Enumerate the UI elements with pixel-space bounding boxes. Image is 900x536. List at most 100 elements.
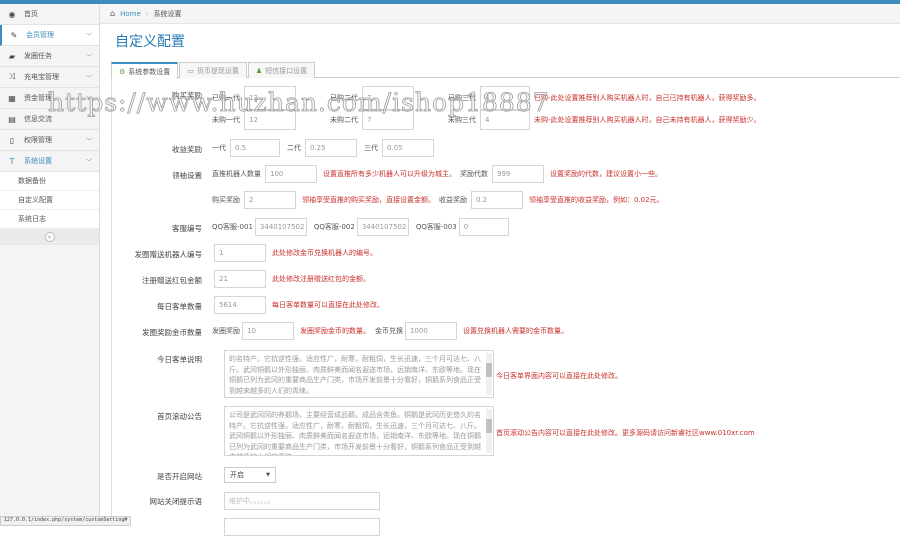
leader-buy-input[interactable]: 2: [244, 191, 296, 209]
tab-system-params[interactable]: ⚙ 系统参数设置: [111, 62, 179, 79]
desc-hint: 今日客单界面内容可以直接在此处修改。: [496, 372, 622, 380]
unbought-hint: 未购-此处设置推荐别人购买机器人时，自己未持有机器人，获得奖励少。: [534, 116, 761, 124]
file-icon: ▯: [9, 135, 15, 145]
sidebar-sub-backup[interactable]: 数据备份: [0, 172, 99, 191]
qq1-input[interactable]: 3440107502: [254, 218, 307, 236]
caret-down-icon: ▼: [266, 472, 270, 478]
field-label: 收益奖励: [439, 196, 467, 204]
chevron-down-icon: ﹀: [85, 74, 92, 82]
coin-exchange-hint: 设置兑换机器人需要的金币数量。: [463, 327, 568, 335]
sidebar-item-powerbank[interactable]: ⤨ 充电宝管理 ﹀: [0, 67, 99, 88]
cogs-icon: ⚙: [119, 67, 126, 76]
leader-buy-hint: 领袖享受直推的购买奖励，直接设置金额。: [302, 196, 435, 204]
sidebar-collapse[interactable]: «: [0, 229, 99, 245]
tab-withdraw[interactable]: ▭ 货币提现设置: [179, 62, 247, 78]
tab-sms[interactable]: ♟ 短信接口设置: [247, 62, 316, 78]
tab-bar: ⚙ 系统参数设置 ▭ 货币提现设置 ♟ 短信接口设置: [111, 62, 900, 79]
field-label: QQ客服-001: [212, 223, 253, 231]
scrollbar[interactable]: [486, 409, 492, 453]
sidebar-item-system[interactable]: T 系统设置 ﹀: [0, 151, 99, 172]
notice-hint: 首页滚动公告内容可以直接在此处修改。更多源码请访问新睿社区www.010xr.c…: [496, 429, 755, 437]
notice-textarea[interactable]: 公司是武冈冈的养鹅场，主要经营成品鹅，成品含类鱼。铜鹅是武冈历史悠久的名特产。它…: [224, 406, 494, 456]
close-msg-input[interactable]: 维护中。。。。。。: [224, 492, 380, 510]
orders-hint: 每日客单数量可以直接在此处修改。: [272, 301, 384, 309]
sidebar-sub-custom-config[interactable]: 自定义配置: [0, 191, 99, 210]
field-label: 直推机器人数量: [212, 170, 261, 178]
field-label: QQ客服-003: [415, 223, 457, 231]
sidebar-item-tasks[interactable]: ▰ 发圈任务 ﹀: [0, 46, 99, 67]
unbought-gen1-input[interactable]: 12: [244, 110, 296, 130]
income-gen1-input[interactable]: 0.5: [230, 139, 280, 157]
user-icon: ♟: [255, 66, 263, 75]
redpack-label: 注册赠送红包金额: [142, 276, 202, 285]
sidebar-item-home[interactable]: ◉ 首页: [0, 4, 99, 25]
coin-exchange-input[interactable]: 1000: [405, 322, 457, 340]
leader-gen-hint: 设置奖励的代数，建议设置小一些。: [550, 170, 662, 178]
bought-gen2-input[interactable]: 7: [362, 86, 414, 110]
book-icon: ▰: [8, 51, 16, 61]
field-label: 一代: [212, 144, 226, 152]
desc-text: 的名特产。它抗逆性强，适应性广，耐寒，耐粗饲，生长迅速，三个月可达七、八斤。武冈…: [229, 355, 481, 395]
site-open-select[interactable]: 开启 ▼: [224, 467, 276, 483]
site-open-label: 是否开启网站: [157, 472, 202, 481]
notice-label: 首页滚动公告: [157, 412, 202, 421]
field-label: QQ客服-002: [313, 223, 355, 231]
orders-label: 每日客单数量: [157, 302, 202, 311]
robot-id-input[interactable]: 1: [214, 244, 266, 262]
bought-gen1-input[interactable]: 12: [244, 86, 296, 110]
field-label: 已购一代: [212, 94, 240, 102]
field-label: 发圈奖励: [212, 327, 240, 335]
qq3-input[interactable]: 0: [458, 218, 509, 236]
chevron-down-icon: ﹀: [85, 32, 92, 40]
sidebar-item-permissions[interactable]: ▯ 权限管理 ﹀: [0, 130, 99, 151]
leader-label: 领袖设置: [172, 171, 202, 180]
share-reward-hint: 发圈奖励金币的数量。: [300, 327, 370, 335]
breadcrumb-separator: ›: [145, 9, 149, 18]
redpack-input[interactable]: 21: [214, 270, 266, 288]
income-gen2-input[interactable]: 0.25: [305, 139, 357, 157]
leader-income-input[interactable]: 0.2: [471, 191, 523, 209]
breadcrumb-home[interactable]: Home: [120, 10, 141, 18]
page-title: 自定义配置: [115, 34, 185, 50]
shuffle-icon: ⤨: [8, 72, 16, 81]
income-gen3-input[interactable]: 0.05: [382, 139, 434, 157]
orders-input[interactable]: 5614: [214, 296, 266, 314]
share-reward-input[interactable]: 10: [242, 322, 294, 340]
chevron-down-icon: ﹀: [85, 53, 92, 61]
chevron-down-icon: ﹀: [85, 137, 92, 145]
unbought-gen2-input[interactable]: 7: [362, 110, 414, 130]
collapse-icon[interactable]: «: [44, 232, 55, 242]
field-label: 未购二代: [330, 116, 358, 124]
dashboard-icon: ◉: [8, 9, 16, 19]
breadcrumb-current: 系统设置: [153, 9, 182, 18]
sidebar-item-members[interactable]: ✎ 会员管理 ﹀: [0, 25, 99, 46]
sidebar: ◉ 首页 ✎ 会员管理 ﹀ ▰ 发圈任务 ﹀ ⤨ 充电宝管理 ﹀ ▦ 资金管理 ﹀ ▤ 信息交流 ▯…: [0, 4, 100, 526]
sidebar-item-messages[interactable]: ▤ 信息交流: [0, 109, 99, 130]
status-bar-url: 127.0.0.1/index.php/system/customSetting…: [0, 516, 132, 526]
breadcrumb: ⌂ Home › 系统设置: [100, 4, 900, 24]
text-icon: T: [9, 156, 15, 166]
field-label: 奖励代数: [460, 170, 488, 178]
extra-input[interactable]: [224, 518, 380, 536]
notice-text: 公司是武冈冈的养鹅场，主要经营成品鹅，成品含类鱼。铜鹅是武冈历史悠久的名特产。它…: [229, 411, 481, 455]
field-label: 未购三代: [448, 116, 476, 124]
field-label: 金币兑换: [375, 327, 403, 335]
leader-count-hint: 设置直推所有多少机器人可以升级为城主。: [323, 170, 456, 178]
sidebar-sub-logs[interactable]: 系统日志: [0, 210, 99, 229]
home-icon: ⌂: [110, 9, 116, 18]
redpack-hint: 此处修改注册赠送红包的金额。: [272, 275, 370, 283]
bought-gen3-input[interactable]: 4: [480, 86, 530, 110]
unbought-gen3-input[interactable]: 4: [480, 110, 530, 130]
scrollbar[interactable]: [486, 353, 492, 395]
desc-textarea[interactable]: 的名特产。它抗逆性强，适应性广，耐寒，耐粗饲，生长迅速，三个月可达七、八斤。武冈…: [224, 350, 494, 398]
coins-label: 发圈奖励金币数量: [142, 328, 202, 337]
buy-reward-label: 购买奖励: [172, 91, 202, 100]
qq2-input[interactable]: 3440107502: [356, 218, 409, 236]
field-label: 已购二代: [330, 94, 358, 102]
leader-gen-input[interactable]: 999: [492, 165, 544, 183]
close-msg-label: 网站关闭提示语: [149, 497, 203, 506]
field-label: 未购一代: [212, 116, 240, 124]
sidebar-item-funds[interactable]: ▦ 资金管理 ﹀: [0, 88, 99, 109]
select-value: 开启: [230, 471, 244, 479]
leader-count-input[interactable]: 100: [265, 165, 317, 183]
